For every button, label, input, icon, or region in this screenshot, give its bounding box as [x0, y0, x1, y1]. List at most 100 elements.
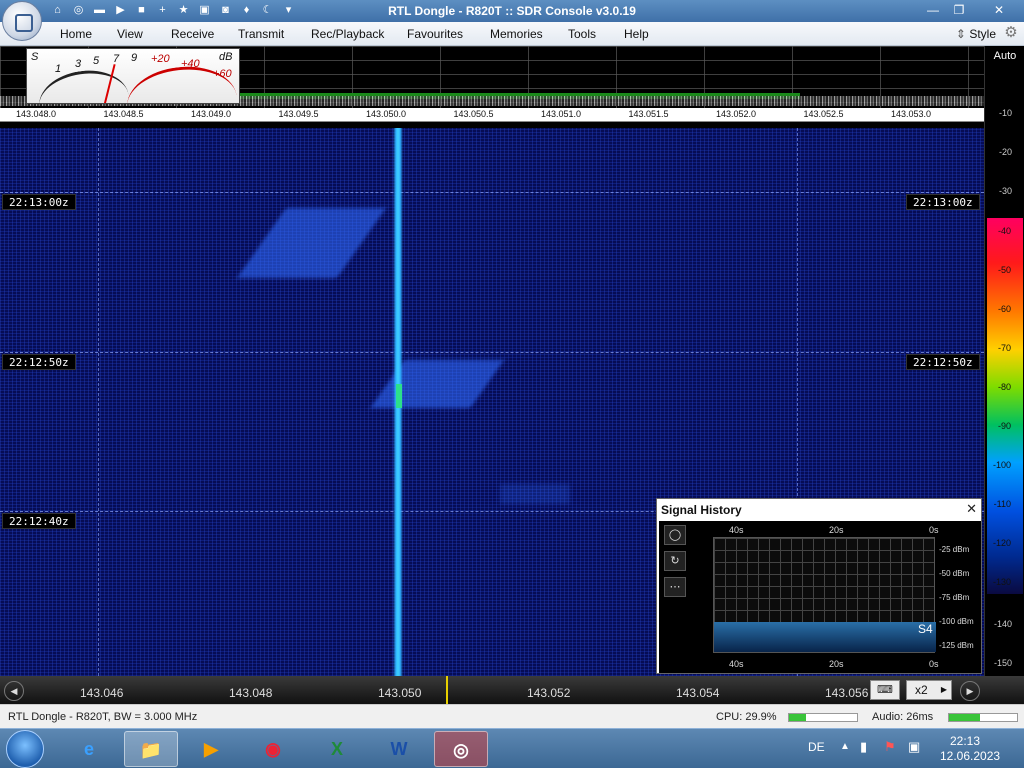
signal-history-record-button[interactable]: ◯: [664, 525, 686, 545]
signal-history-panel[interactable]: Signal History ✕ ◯ ↻ ⋯ 40s 20s 0s S4 -25…: [656, 498, 982, 674]
folder-icon[interactable]: ▬: [92, 3, 107, 18]
time-grid-line: [0, 192, 984, 193]
frequency-tick: 143.048.0: [16, 109, 57, 119]
tray-network-icon[interactable]: ▣: [908, 739, 920, 755]
color-scale-tick: -100: [992, 460, 1011, 470]
tray-flag-icon[interactable]: ⚑: [884, 739, 896, 755]
device-status: RTL Dongle - R820T, BW = 3.000 MHz: [8, 711, 198, 723]
history-db-label: -25 dBm: [939, 545, 970, 554]
db-tick: -140: [993, 619, 1012, 629]
menu-receive[interactable]: Receive: [171, 27, 214, 41]
menu-help[interactable]: Help: [624, 27, 649, 41]
frequency-scroll-bar[interactable]: ◀ 143.046 143.048 143.050 143.052 143.054 143…: [0, 676, 1024, 704]
file-explorer-icon[interactable]: 📁: [124, 731, 178, 767]
auto-button[interactable]: Auto: [985, 50, 1024, 62]
history-time-label: 0s: [929, 525, 939, 535]
app-menu-orb[interactable]: [2, 1, 42, 41]
db-tick: -150: [993, 658, 1012, 668]
windows-taskbar: e 📁 ▶ ◉ X W ◎ DE ▲ ▮ ⚑ ▣ 22:13 12.06.202…: [0, 728, 1024, 768]
menu-home[interactable]: Home: [60, 27, 92, 41]
timestamp-left: 22:12:40z: [2, 513, 76, 529]
color-scale-tick: -110: [993, 499, 1011, 509]
time-grid-line: [0, 352, 984, 353]
s-meter-tick: +60: [213, 68, 232, 80]
s-meter-tick: 9: [131, 52, 138, 64]
status-bar: RTL Dongle - R820T, BW = 3.000 MHz CPU: …: [0, 704, 1024, 728]
sdr-console-icon[interactable]: ◎: [434, 731, 488, 767]
camera-icon[interactable]: ◙: [218, 3, 233, 18]
meteor-echo: [236, 208, 386, 278]
signal-history-reset-button[interactable]: ↻: [664, 551, 686, 571]
star-icon[interactable]: ★: [176, 3, 191, 18]
close-button[interactable]: ✕: [984, 1, 1014, 19]
tray-clock[interactable]: 22:13 12.06.2023: [940, 734, 1000, 764]
tray-device-icon[interactable]: ▮: [860, 739, 867, 755]
s-meter-tick: 7: [113, 53, 120, 65]
help-icon[interactable]: ◎: [71, 3, 86, 18]
gear-icon[interactable]: ⚙: [1002, 24, 1020, 42]
frequency-tick: 143.050.0: [366, 109, 407, 119]
history-db-label: -125 dBm: [939, 641, 974, 650]
style-menu[interactable]: Style: [956, 27, 996, 41]
color-scale-tick: -80: [997, 382, 1011, 392]
s-meter-label: S: [31, 51, 39, 63]
excel-icon[interactable]: X: [310, 731, 364, 767]
drop-icon[interactable]: ♦: [239, 3, 254, 18]
signal-history-more-button[interactable]: ⋯: [664, 577, 686, 597]
home-icon[interactable]: ⌂: [50, 3, 65, 18]
menu-rec-playback[interactable]: Rec/Playback: [311, 27, 384, 41]
menu-transmit[interactable]: Transmit: [238, 27, 284, 41]
zoom-button[interactable]: x2: [906, 680, 952, 700]
timestamp-right: 22:12:50z: [906, 354, 980, 370]
db-scale-panel: Auto -40 -50 -60 -70 -80 -90 -100 -110 -120 -130 …: [984, 46, 1024, 676]
signal-history-close-button[interactable]: ✕: [966, 501, 977, 517]
keyboard-button[interactable]: ⌨: [870, 680, 900, 700]
db-tick: -20: [998, 147, 1012, 157]
signal-history-trace: [714, 622, 936, 652]
meteor-echo: [500, 484, 570, 504]
lock-icon[interactable]: ▣: [197, 3, 212, 18]
history-time-label: 40s: [729, 525, 744, 535]
history-time-label: 40s: [729, 659, 744, 669]
play-icon[interactable]: ▶: [113, 3, 128, 18]
cpu-status: CPU: 29.9%: [716, 711, 777, 723]
tuning-marker[interactable]: [446, 676, 448, 704]
internet-explorer-icon[interactable]: e: [62, 731, 116, 767]
menu-favourites[interactable]: Favourites: [407, 27, 463, 41]
db-tick: -10: [998, 108, 1012, 118]
dropdown-icon[interactable]: ▾: [281, 3, 296, 18]
color-scale[interactable]: -40 -50 -60 -70 -80 -90 -100 -110 -120 -130: [987, 218, 1023, 594]
start-button[interactable]: [6, 730, 44, 768]
maximize-button[interactable]: ❐: [946, 1, 972, 19]
language-indicator[interactable]: DE: [808, 740, 825, 754]
history-time-label: 0s: [929, 659, 939, 669]
history-db-label: -50 dBm: [939, 569, 970, 578]
s-meter-tick: +40: [181, 58, 200, 70]
menu-tools[interactable]: Tools: [568, 27, 596, 41]
history-time-label: 20s: [829, 659, 844, 669]
carrier-peak: [396, 384, 402, 408]
bottom-frequency-tick: 143.046: [80, 686, 124, 700]
word-icon[interactable]: W: [372, 731, 426, 767]
signal-history-body: ◯ ↻ ⋯ 40s 20s 0s S4 -25 dBm -50 dBm -75 …: [659, 521, 981, 673]
color-scale-tick: -90: [997, 421, 1011, 431]
menu-view[interactable]: View: [117, 27, 143, 41]
menu-memories[interactable]: Memories: [490, 27, 543, 41]
moon-icon[interactable]: ☾: [260, 3, 275, 18]
color-scale-tick: -50: [997, 265, 1011, 275]
signal-history-plot: S4: [713, 537, 936, 653]
stop-icon[interactable]: ■: [134, 3, 149, 18]
minimize-button[interactable]: —: [920, 1, 946, 19]
history-time-label: 20s: [829, 525, 844, 535]
media-player-icon[interactable]: ▶: [184, 731, 238, 767]
chrome-icon[interactable]: ◉: [246, 731, 300, 767]
scroll-left-button[interactable]: ◀: [4, 681, 24, 701]
s-meter-tick: 3: [75, 58, 82, 70]
add-icon[interactable]: +: [155, 3, 170, 18]
bottom-frequency-tick: 143.050: [378, 686, 422, 700]
scroll-right-button[interactable]: ▶: [960, 681, 980, 701]
color-scale-tick: -40: [997, 226, 1011, 236]
tray-expand-icon[interactable]: ▲: [840, 741, 850, 752]
history-db-label: -100 dBm: [939, 617, 974, 626]
frequency-tick: 143.051.5: [628, 109, 669, 119]
